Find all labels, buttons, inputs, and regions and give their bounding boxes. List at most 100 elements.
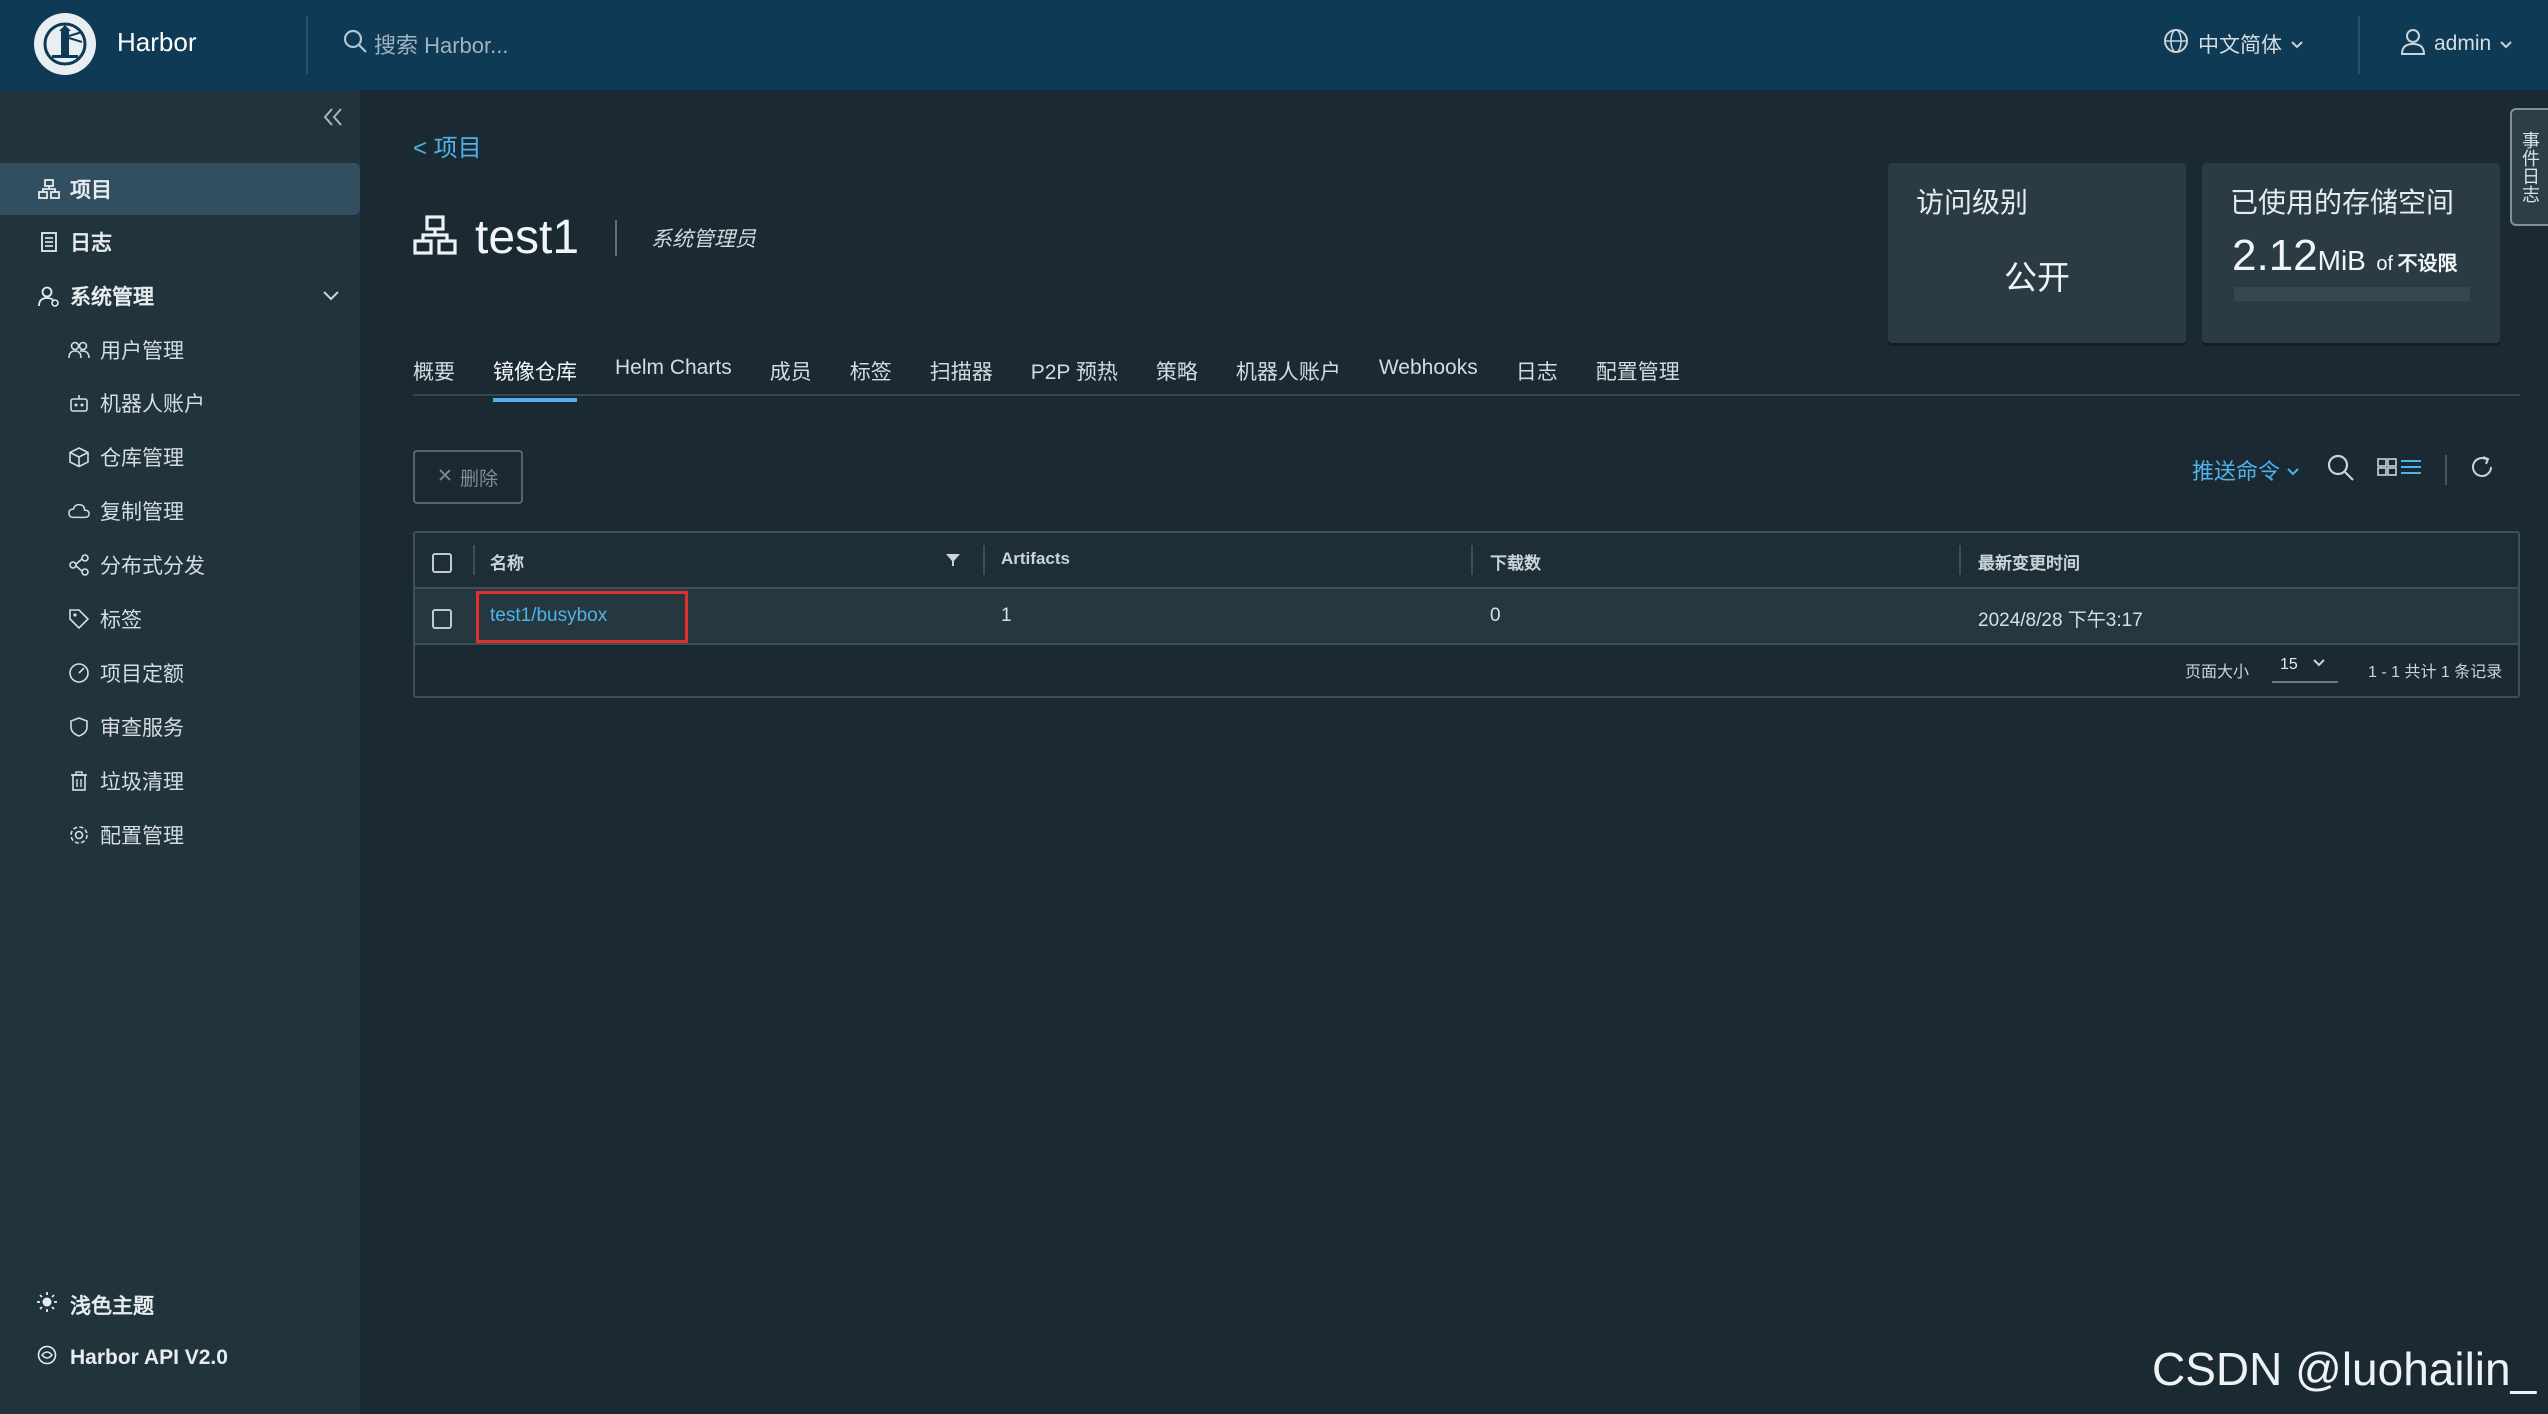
delete-label: 删除: [459, 468, 498, 490]
sidebar-item-label: 日志: [70, 232, 112, 255]
sun-icon: [36, 1291, 58, 1319]
search-icon: [342, 28, 368, 60]
chevron-down-icon: [2312, 655, 2326, 673]
sidebar-item-label: 配置管理: [100, 825, 184, 848]
table-toolbar: [2325, 452, 2495, 487]
filter-icon[interactable]: [945, 552, 961, 573]
username-label: admin: [2434, 32, 2492, 55]
sidebar-item-administration[interactable]: 系统管理: [0, 270, 360, 322]
log-icon: [38, 231, 60, 253]
brand-name[interactable]: Harbor: [117, 27, 196, 58]
watermark-text: CSDN @luohailin_: [2152, 1343, 2537, 1395]
cube-icon: [68, 446, 90, 468]
page-size-label: 页面大小: [2185, 664, 2250, 681]
pagination-summary: 1 - 1 共计 1 条记录: [2368, 664, 2503, 681]
top-navbar: Harbor 搜索 Harbor... 中文简体 admin: [0, 0, 2548, 90]
annotation-highlight-box: [476, 591, 688, 643]
chevron-down-icon: [322, 284, 340, 308]
delete-button[interactable]: 删除: [413, 450, 523, 504]
sidebar-item-projects[interactable]: 项目: [0, 163, 360, 215]
storage-progress-bar: [2234, 287, 2470, 301]
trash-icon: [68, 770, 90, 792]
divider: [2445, 454, 2447, 485]
language-label: 中文简体: [2198, 34, 2282, 57]
sidebar-item-robot-accounts[interactable]: 机器人账户: [0, 377, 360, 429]
column-last-modified[interactable]: 最新变更时间: [1978, 549, 2080, 574]
sidebar-item-logs[interactable]: 日志: [0, 216, 360, 268]
gauge-icon: [68, 662, 90, 684]
cloud-icon: [68, 500, 90, 522]
column-divider: [1959, 545, 1961, 575]
sidebar: 项目 日志 系统管理 用户管理 机器人账户 仓库管理 复制管理 分布式分发 标签…: [0, 90, 360, 1414]
sidebar-item-label: 用户管理: [100, 340, 184, 363]
admin-icon: [38, 285, 60, 307]
storage-unit: MiB: [2317, 245, 2366, 276]
push-command-label: 推送命令: [2192, 459, 2281, 484]
global-search[interactable]: 搜索 Harbor...: [342, 28, 508, 60]
sidebar-item-label: 标签: [100, 609, 142, 632]
card-view-icon[interactable]: [2377, 456, 2423, 483]
storage-title: 已使用的存储空间: [2230, 187, 2455, 218]
search-icon[interactable]: [2325, 452, 2355, 487]
projects-icon: [38, 178, 60, 200]
collapse-sidebar-icon[interactable]: [322, 104, 344, 135]
language-selector[interactable]: 中文简体: [2162, 27, 2304, 61]
sidebar-item-label: 项目定额: [100, 663, 184, 686]
refresh-icon[interactable]: [2469, 454, 2495, 485]
sidebar-item-label: 复制管理: [100, 501, 184, 524]
event-log-tab[interactable]: 事件日志: [2510, 108, 2548, 226]
column-downloads[interactable]: 下载数: [1490, 549, 1541, 574]
harbor-logo-icon[interactable]: [34, 13, 96, 75]
shield-icon: [68, 716, 90, 738]
column-divider: [983, 545, 985, 575]
row-checkbox[interactable]: [432, 609, 452, 629]
chevron-down-icon: [2286, 457, 2300, 483]
sidebar-item-project-quotas[interactable]: 项目定额: [0, 647, 360, 699]
page-title: test1 系统管理员: [413, 210, 756, 265]
gear-icon: [68, 824, 90, 846]
sidebar-item-users[interactable]: 用户管理: [0, 324, 360, 376]
breadcrumb[interactable]: < 项目: [413, 128, 482, 163]
repositories-table: 名称 Artifacts 下载数 最新变更时间 test1/busybox 1 …: [413, 531, 2520, 698]
sidebar-item-labels[interactable]: 标签: [0, 593, 360, 645]
chevron-down-icon: [2499, 32, 2513, 56]
sidebar-item-replications[interactable]: 复制管理: [0, 485, 360, 537]
sidebar-item-interrogation-services[interactable]: 审查服务: [0, 701, 360, 753]
sidebar-item-label: 仓库管理: [100, 447, 184, 470]
sidebar-item-label: 机器人账户: [100, 393, 205, 416]
storage-usage: 2.12MiB of 不设限: [2232, 231, 2457, 281]
sidebar-item-configuration[interactable]: 配置管理: [0, 809, 360, 861]
access-level-card: 访问级别 公开: [1888, 163, 2186, 343]
column-name[interactable]: 名称: [490, 549, 524, 574]
api-label: Harbor API V2.0: [70, 1346, 228, 1369]
last-modified-time: 2024/8/28 下午3:17: [1978, 610, 2143, 631]
artifacts-count: 1: [1001, 605, 1012, 626]
sidebar-item-label: 审查服务: [100, 717, 184, 740]
push-command-dropdown[interactable]: 推送命令: [2192, 454, 2300, 486]
api-link[interactable]: Harbor API V2.0: [36, 1344, 228, 1372]
project-role: 系统管理员: [651, 227, 757, 251]
sidebar-item-distributions[interactable]: 分布式分发: [0, 539, 360, 591]
access-level-title: 访问级别: [1916, 187, 2029, 218]
sidebar-item-label: 项目: [70, 179, 112, 202]
divider: [2358, 16, 2360, 74]
sidebar-item-label: 分布式分发: [100, 555, 205, 578]
sidebar-item-garbage-collection[interactable]: 垃圾清理: [0, 755, 360, 807]
sidebar-item-label: 垃圾清理: [100, 771, 184, 794]
table-header: 名称 Artifacts 下载数 最新变更时间: [415, 533, 2518, 589]
table-row[interactable]: test1/busybox 1 0 2024/8/28 下午3:17: [415, 589, 2518, 645]
tag-icon: [68, 608, 90, 630]
user-menu[interactable]: admin: [2400, 27, 2513, 61]
sidebar-item-registries[interactable]: 仓库管理: [0, 431, 360, 483]
project-name: test1: [475, 211, 580, 264]
theme-toggle[interactable]: 浅色主题: [36, 1290, 154, 1320]
page-size-value: 15: [2280, 656, 2298, 673]
downloads-count: 0: [1490, 605, 1501, 626]
search-input[interactable]: 搜索 Harbor...: [374, 28, 508, 60]
column-divider: [473, 545, 475, 575]
divider: [615, 219, 618, 256]
storage-limit: 不设限: [2397, 253, 2458, 275]
column-artifacts[interactable]: Artifacts: [1001, 549, 1070, 569]
select-all-checkbox[interactable]: [432, 553, 452, 573]
page-size-select[interactable]: 15: [2272, 651, 2338, 683]
